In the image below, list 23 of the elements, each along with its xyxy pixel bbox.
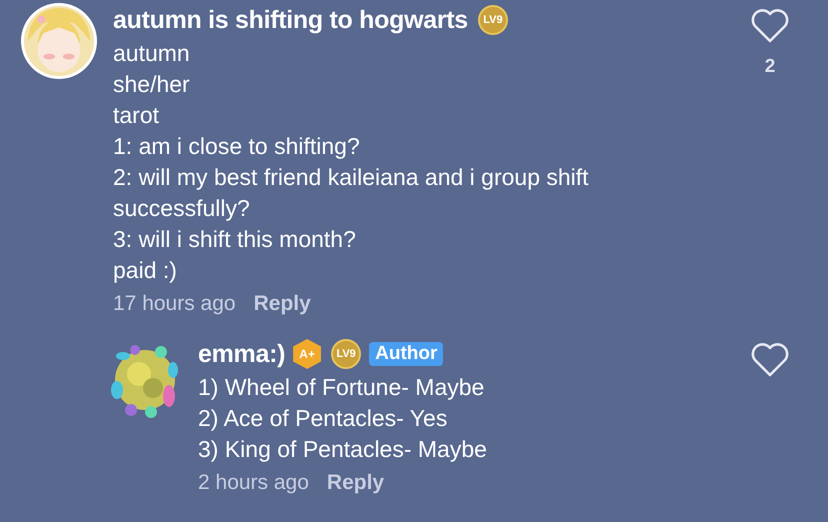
comment-text: paid :) xyxy=(113,256,178,285)
reply-link[interactable]: Reply xyxy=(326,471,384,495)
comment-text: 1) Wheel of Fortune- Maybe xyxy=(198,373,486,402)
comment-text: 3: will i shift this month? xyxy=(113,225,357,254)
timestamp: 2 hours ago xyxy=(198,471,309,495)
heart-icon[interactable] xyxy=(750,342,790,378)
comment-text: autumn xyxy=(113,39,191,68)
level-badge: LV9 xyxy=(331,339,362,369)
comment-text: 3) King of Pentacles- Maybe xyxy=(198,435,488,464)
comment-text: 2) Ace of Pentacles- Yes xyxy=(198,404,448,433)
author-tag: Author xyxy=(369,342,444,366)
author-name[interactable]: emma:) xyxy=(198,340,286,368)
comment-text: 1: am i close to shifting? xyxy=(113,132,361,161)
timestamp: 17 hours ago xyxy=(113,292,236,316)
heart-icon[interactable] xyxy=(750,8,790,44)
reply-link[interactable]: Reply xyxy=(254,292,311,316)
comment-text: she/her xyxy=(113,70,191,99)
rank-badge: A+ xyxy=(293,339,322,369)
author-name[interactable]: autumn is shifting to hogwarts xyxy=(113,6,468,34)
comment-text: tarot xyxy=(113,101,160,130)
level-badge: LV9 xyxy=(478,5,508,35)
like-count: 2 xyxy=(764,56,776,78)
comment-text: 2: will my best friend kaileiana and i group shift successfully? xyxy=(113,163,590,223)
